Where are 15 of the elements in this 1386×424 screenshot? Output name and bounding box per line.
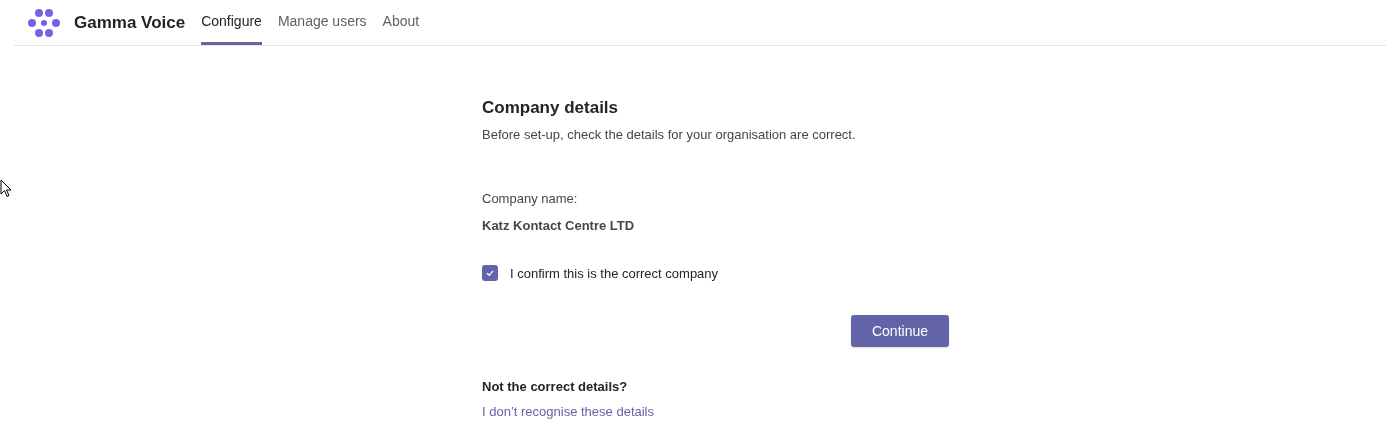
help-heading: Not the correct details? [482, 378, 629, 396]
confirm-checkbox[interactable] [482, 265, 498, 282]
check-icon [485, 268, 495, 279]
company-name: Katz Kontact Centre LTD [482, 217, 636, 235]
logo-icon [27, 7, 61, 38]
continue-button[interactable]: Continue [851, 315, 949, 347]
nav-tab[interactable]: About [382, 0, 420, 45]
confirm-label: I confirm this is the correct company [510, 264, 719, 283]
nav-tab[interactable]: Manage users [277, 0, 367, 45]
app-title: Gamma Voice [74, 11, 186, 34]
form-heading: Company details [482, 97, 620, 119]
help-link[interactable]: I don’t recognise these details [482, 401, 654, 421]
form-description: Before set-up, check the details for your organisation are correct. [482, 126, 857, 144]
field-label: Company name: [482, 189, 579, 208]
nav-tab[interactable]: Configure [201, 0, 262, 45]
